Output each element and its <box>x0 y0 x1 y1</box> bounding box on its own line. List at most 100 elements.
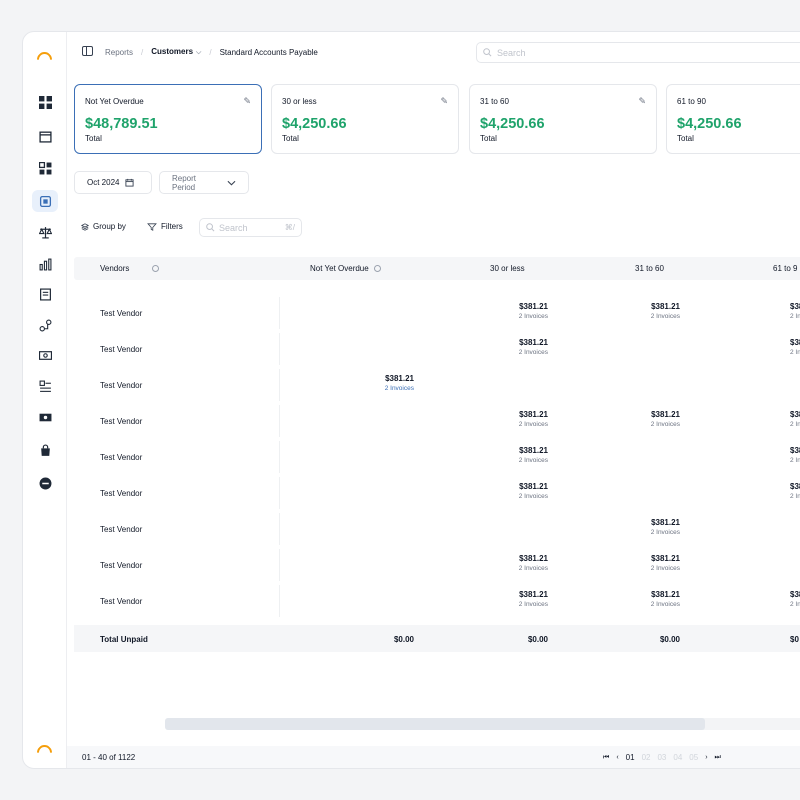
logo-icon[interactable] <box>33 48 56 71</box>
reports-icon[interactable] <box>32 190 58 212</box>
bank-icon[interactable] <box>32 375 58 397</box>
amount-cell[interactable]: $38 2 Invo <box>790 302 800 320</box>
vendor-name[interactable]: Test Vendor <box>100 597 142 606</box>
summary-card-61-to-90[interactable]: 61 to 90 $4,250.66 Total <box>666 84 800 154</box>
vendor-name[interactable]: Test Vendor <box>100 489 142 498</box>
amount-cell[interactable]: $381.21 2 Invoices <box>508 446 548 464</box>
amount-cell[interactable]: $381.21 2 Invoices <box>640 302 680 320</box>
info-icon[interactable] <box>152 265 160 272</box>
filters-button[interactable]: Filters <box>147 222 183 231</box>
column-header-61-to-90[interactable]: 61 to 9 <box>773 264 797 273</box>
group-by-button[interactable]: Group by <box>81 222 126 231</box>
amount-cell[interactable]: $38 2 Invo <box>790 482 800 500</box>
amount-value: $381.21 <box>519 338 548 347</box>
table-row[interactable]: Test Vendor $381.21 2 Invoices $38 2 Invo <box>74 475 800 511</box>
sidebar-toggle-icon[interactable] <box>82 46 93 56</box>
column-divider <box>279 477 280 509</box>
amount-cell[interactable]: $381.21 2 Invoices <box>640 518 680 536</box>
scrollbar-thumb[interactable] <box>165 718 705 730</box>
column-header-31-to-60[interactable]: 31 to 60 <box>635 264 664 273</box>
amount-cell[interactable]: $381.21 2 Invoices <box>508 410 548 428</box>
filter-icon <box>147 222 157 231</box>
chevron-down-icon: ⌵ <box>196 49 202 56</box>
invoices-link[interactable]: 2 Invoices <box>374 385 414 392</box>
column-header-not-yet-overdue[interactable]: Not Yet Overdue <box>310 264 381 273</box>
amount-cell[interactable]: $381.21 2 Invoices <box>508 482 548 500</box>
column-divider <box>279 369 280 401</box>
next-page-icon[interactable]: › <box>705 754 707 761</box>
horizontal-scrollbar[interactable] <box>165 718 800 730</box>
table-row[interactable]: Test Vendor $381.21 2 Invoices $381.21 2 Inv… <box>74 583 800 619</box>
table-row[interactable]: Test Vendor $381.21 2 Invoices $38 2 Invo <box>74 439 800 475</box>
amount-value: $381.21 <box>651 590 680 599</box>
amount-cell[interactable]: $381.21 2 Invoices <box>374 374 414 392</box>
apps-icon[interactable] <box>32 157 58 179</box>
card-label: 31 to 60 <box>480 97 509 106</box>
date-picker-button[interactable]: Oct 2024 <box>74 171 152 194</box>
shopping-bag-icon[interactable] <box>32 439 58 461</box>
amount-cell[interactable]: $381.21 2 Invoices <box>640 554 680 572</box>
sidebar <box>23 32 67 768</box>
vendor-name[interactable]: Test Vendor <box>100 417 142 426</box>
money-icon[interactable] <box>32 406 58 428</box>
page-05[interactable]: 05 <box>689 753 698 762</box>
amount-cell[interactable]: $381.21 2 Invoices <box>508 338 548 356</box>
layers-icon <box>81 222 89 231</box>
pencil-icon[interactable]: ✎ <box>638 96 646 107</box>
vendor-name[interactable]: Test Vendor <box>100 525 142 534</box>
amount-cell[interactable]: $38 2 Invo <box>790 338 800 356</box>
table-row[interactable]: Test Vendor $381.21 2 Invoices $38 2 Invo <box>74 331 800 367</box>
scale-icon[interactable] <box>32 221 58 243</box>
amount-cell[interactable]: $381.21 2 Invoices <box>640 410 680 428</box>
amount-value: $38 <box>790 410 800 419</box>
bar-chart-icon[interactable] <box>32 253 58 275</box>
info-icon[interactable] <box>373 265 381 272</box>
calendar-icon[interactable] <box>32 125 58 147</box>
table-row[interactable]: Test Vendor $381.21 2 Invoices <box>74 367 800 403</box>
report-period-dropdown[interactable]: Report Period <box>159 171 249 194</box>
amount-cell[interactable]: $38 2 Invo <box>790 446 800 464</box>
column-header-vendors[interactable]: Vendors <box>100 264 160 273</box>
page-03[interactable]: 03 <box>657 753 666 762</box>
page-02[interactable]: 02 <box>642 753 651 762</box>
table-row[interactable]: Test Vendor $381.21 2 Invoices $381.21 2 Inv… <box>74 547 800 583</box>
summary-card-31-to-60[interactable]: 31 to 60 ✎ $4,250.66 Total <box>469 84 657 154</box>
page-04[interactable]: 04 <box>673 753 682 762</box>
column-divider <box>279 333 280 365</box>
vendor-name[interactable]: Test Vendor <box>100 561 142 570</box>
summary-card-30-or-less[interactable]: 30 or less ✎ $4,250.66 Total <box>271 84 459 154</box>
prev-page-icon[interactable]: ‹ <box>616 754 618 761</box>
column-divider <box>279 297 280 329</box>
vendor-name[interactable]: Test Vendor <box>100 453 142 462</box>
amount-cell[interactable]: $381.21 2 Invoices <box>640 590 680 608</box>
last-page-icon[interactable]: ⏭ <box>715 754 721 762</box>
cash-icon[interactable] <box>32 344 58 366</box>
breadcrumb-reports[interactable]: Reports <box>105 48 133 57</box>
vendor-name[interactable]: Test Vendor <box>100 381 142 390</box>
vendor-name[interactable]: Test Vendor <box>100 345 142 354</box>
vendor-name[interactable]: Test Vendor <box>100 309 142 318</box>
amount-cell[interactable]: $38 2 Invo <box>790 410 800 428</box>
workflow-icon[interactable] <box>32 314 58 336</box>
amount-cell[interactable]: $38 2 Invo <box>790 590 800 608</box>
table-search-input[interactable]: Search ⌘/ <box>199 218 302 237</box>
invoice-count: 2 Invoices <box>518 601 548 608</box>
logo-bottom-icon[interactable] <box>33 741 56 764</box>
first-page-icon[interactable]: ⏮ <box>603 754 609 762</box>
amount-cell[interactable]: $381.21 2 Invoices <box>508 302 548 320</box>
pencil-icon[interactable]: ✎ <box>440 96 448 107</box>
pencil-icon[interactable]: ✎ <box>243 96 251 107</box>
column-header-30-or-less[interactable]: 30 or less <box>490 264 525 273</box>
table-row[interactable]: Test Vendor $381.21 2 Invoices $381.21 2 Inv… <box>74 295 800 331</box>
amount-cell[interactable]: $381.21 2 Invoices <box>508 590 548 608</box>
breadcrumb-customers[interactable]: Customers ⌵ <box>151 47 201 57</box>
page-01[interactable]: 01 <box>626 753 635 762</box>
table-row[interactable]: Test Vendor $381.21 2 Invoices $381.21 2 Inv… <box>74 403 800 439</box>
summary-card-not-yet-overdue[interactable]: Not Yet Overdue ✎ $48,789.51 Total <box>74 84 262 154</box>
table-row[interactable]: Test Vendor $381.21 2 Invoices <box>74 511 800 547</box>
dashboard-icon[interactable] <box>32 91 58 113</box>
ledger-icon[interactable] <box>32 283 58 305</box>
amount-cell[interactable]: $381.21 2 Invoices <box>508 554 548 572</box>
minus-circle-icon[interactable] <box>32 472 58 494</box>
global-search-input[interactable]: Search <box>476 42 800 63</box>
